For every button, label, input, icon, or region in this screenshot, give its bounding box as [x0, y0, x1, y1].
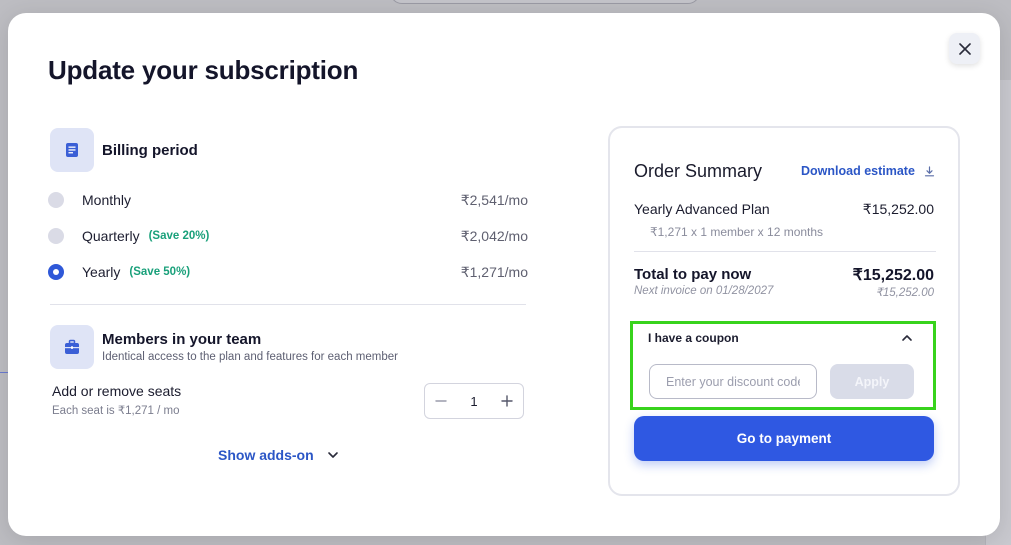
seats-value[interactable]: 1 — [470, 394, 477, 409]
radio-button[interactable] — [48, 228, 64, 244]
download-icon — [924, 165, 935, 176]
receipt-icon — [66, 143, 78, 157]
billing-option-label: Yearly — [82, 264, 121, 280]
subscription-modal: Update your subscription Billing period … — [8, 13, 1000, 536]
close-button[interactable] — [949, 33, 980, 64]
download-estimate-label: Download estimate — [801, 164, 915, 178]
background-pill — [390, 0, 700, 4]
chevron-down-icon — [327, 452, 338, 458]
members-subtitle: Identical access to the plan and feature… — [102, 351, 398, 363]
minus-icon — [435, 400, 447, 402]
show-addons-toggle[interactable]: Show adds-on — [218, 447, 340, 463]
next-invoice-date: Next invoice on 01/28/2027 — [634, 285, 774, 297]
chevron-up-icon — [902, 335, 912, 341]
plan-price: ₹15,252.00 — [862, 201, 934, 217]
coupon-toggle[interactable]: I have a coupon — [648, 331, 914, 345]
save-badge: (Save 50%) — [129, 266, 191, 278]
coupon-label: I have a coupon — [648, 331, 739, 345]
seats-price-note: Each seat is ₹1,271 / mo — [52, 405, 180, 417]
download-estimate-link[interactable]: Download estimate — [801, 164, 935, 178]
coupon-section: I have a coupon Apply — [630, 321, 936, 410]
billing-period-title: Billing period — [102, 142, 198, 159]
members-section-icon — [50, 325, 94, 369]
plan-name: Yearly Advanced Plan — [634, 201, 770, 217]
billing-option-monthly[interactable]: Monthly ₹2,541/mo — [48, 189, 528, 211]
total-price: ₹15,252.00 — [852, 267, 934, 284]
billing-option-yearly[interactable]: Yearly (Save 50%) ₹1,271/mo — [48, 261, 528, 283]
seats-label: Add or remove seats — [52, 383, 182, 399]
briefcase-icon — [65, 339, 79, 354]
order-summary-title: Order Summary — [634, 161, 763, 181]
total-label: Total to pay now — [634, 266, 752, 283]
save-badge: (Save 20%) — [148, 230, 210, 242]
billing-section-icon — [50, 128, 94, 172]
increment-button[interactable] — [499, 393, 515, 409]
billing-option-price: ₹1,271/mo — [460, 263, 528, 280]
billing-option-quarterly[interactable]: Quarterly (Save 20%) ₹2,042/mo — [48, 225, 528, 247]
billing-option-price: ₹2,042/mo — [460, 227, 528, 244]
billing-option-price: ₹2,541/mo — [460, 191, 528, 208]
decrement-button[interactable] — [433, 393, 449, 409]
apply-button[interactable]: Apply — [830, 364, 914, 399]
radio-button[interactable] — [48, 192, 64, 208]
plus-icon — [501, 395, 513, 407]
order-summary-card: Order Summary Download estimate Yearly A… — [608, 126, 960, 496]
plan-detail: ₹1,271 x 1 member x 12 months — [650, 225, 824, 239]
billing-option-label: Monthly — [82, 192, 132, 208]
members-title: Members in your team — [102, 331, 262, 348]
summary-divider — [634, 251, 936, 252]
go-to-payment-button[interactable]: Go to payment — [634, 416, 934, 461]
seats-stepper: 1 — [424, 383, 524, 419]
billing-option-label: Quarterly — [82, 228, 140, 244]
radio-button-selected[interactable] — [48, 264, 64, 280]
show-addons-label: Show adds-on — [218, 447, 314, 463]
page-title: Update your subscription — [48, 55, 359, 85]
section-divider — [50, 304, 526, 305]
next-invoice-price: ₹15,252.00 — [875, 287, 934, 299]
discount-code-input[interactable] — [649, 364, 817, 399]
close-icon — [958, 42, 971, 55]
